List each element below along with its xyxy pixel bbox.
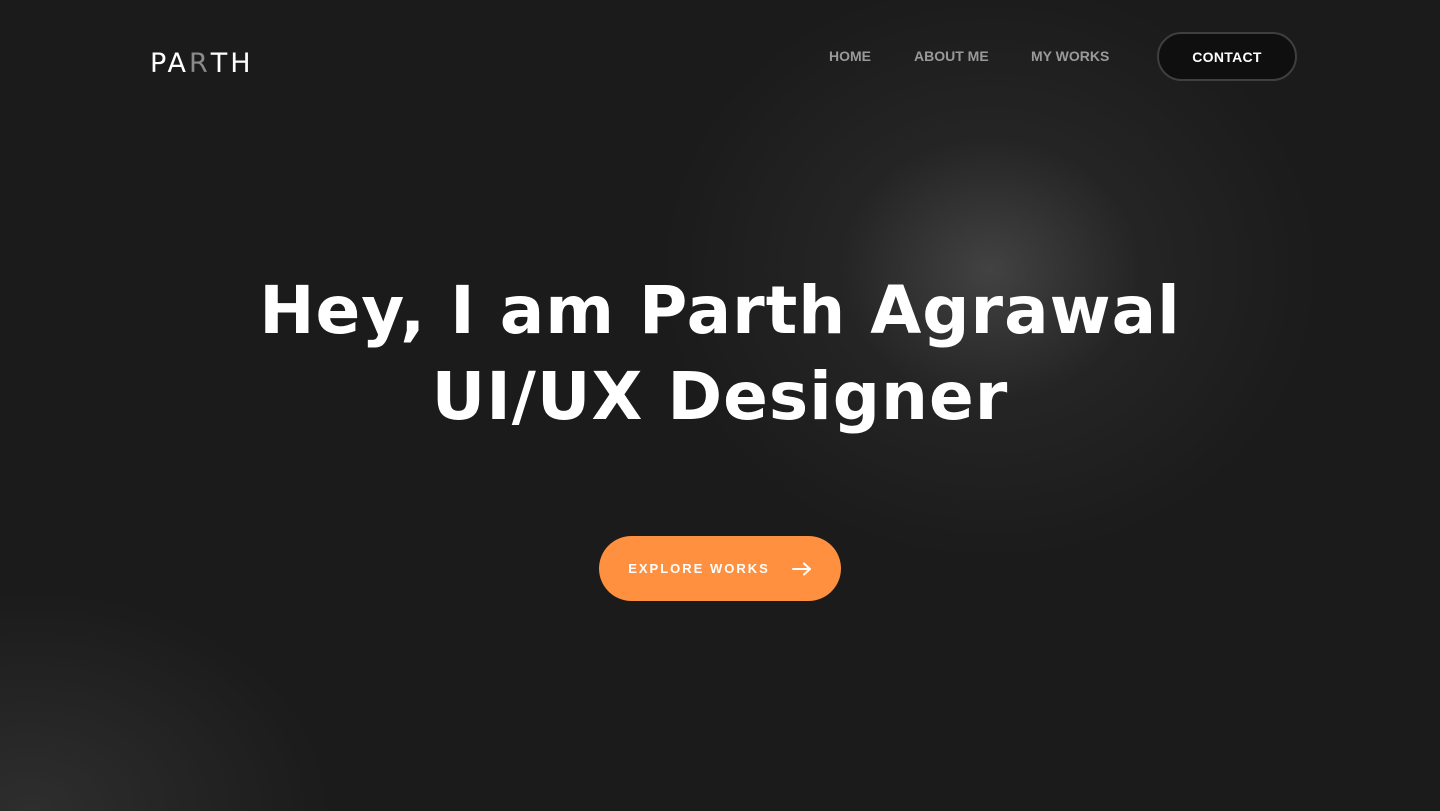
- contact-button[interactable]: CONTACT: [1157, 32, 1297, 81]
- explore-works-button[interactable]: EXPLORE WORKS: [599, 536, 841, 601]
- logo-prefix: PA: [150, 47, 190, 79]
- logo-suffix: TH: [210, 47, 254, 79]
- nav-works-link[interactable]: MY WORKS: [1031, 46, 1109, 66]
- logo-accent-letter: R: [189, 47, 211, 79]
- arrow-right-icon: [791, 562, 812, 576]
- explore-works-label: EXPLORE WORKS: [628, 561, 770, 576]
- hero-subtitle-line: UI/UX Designer: [431, 358, 1009, 435]
- logo[interactable]: PA R TH: [150, 47, 254, 79]
- nav-home-link[interactable]: HOME: [829, 46, 871, 66]
- nav-about-link[interactable]: ABOUT ME: [914, 46, 989, 66]
- hero-heading: Hey, I am Parth Agrawal UI/UX Designer: [0, 268, 1440, 440]
- hero-title-line: Hey, I am Parth Agrawal: [259, 272, 1181, 349]
